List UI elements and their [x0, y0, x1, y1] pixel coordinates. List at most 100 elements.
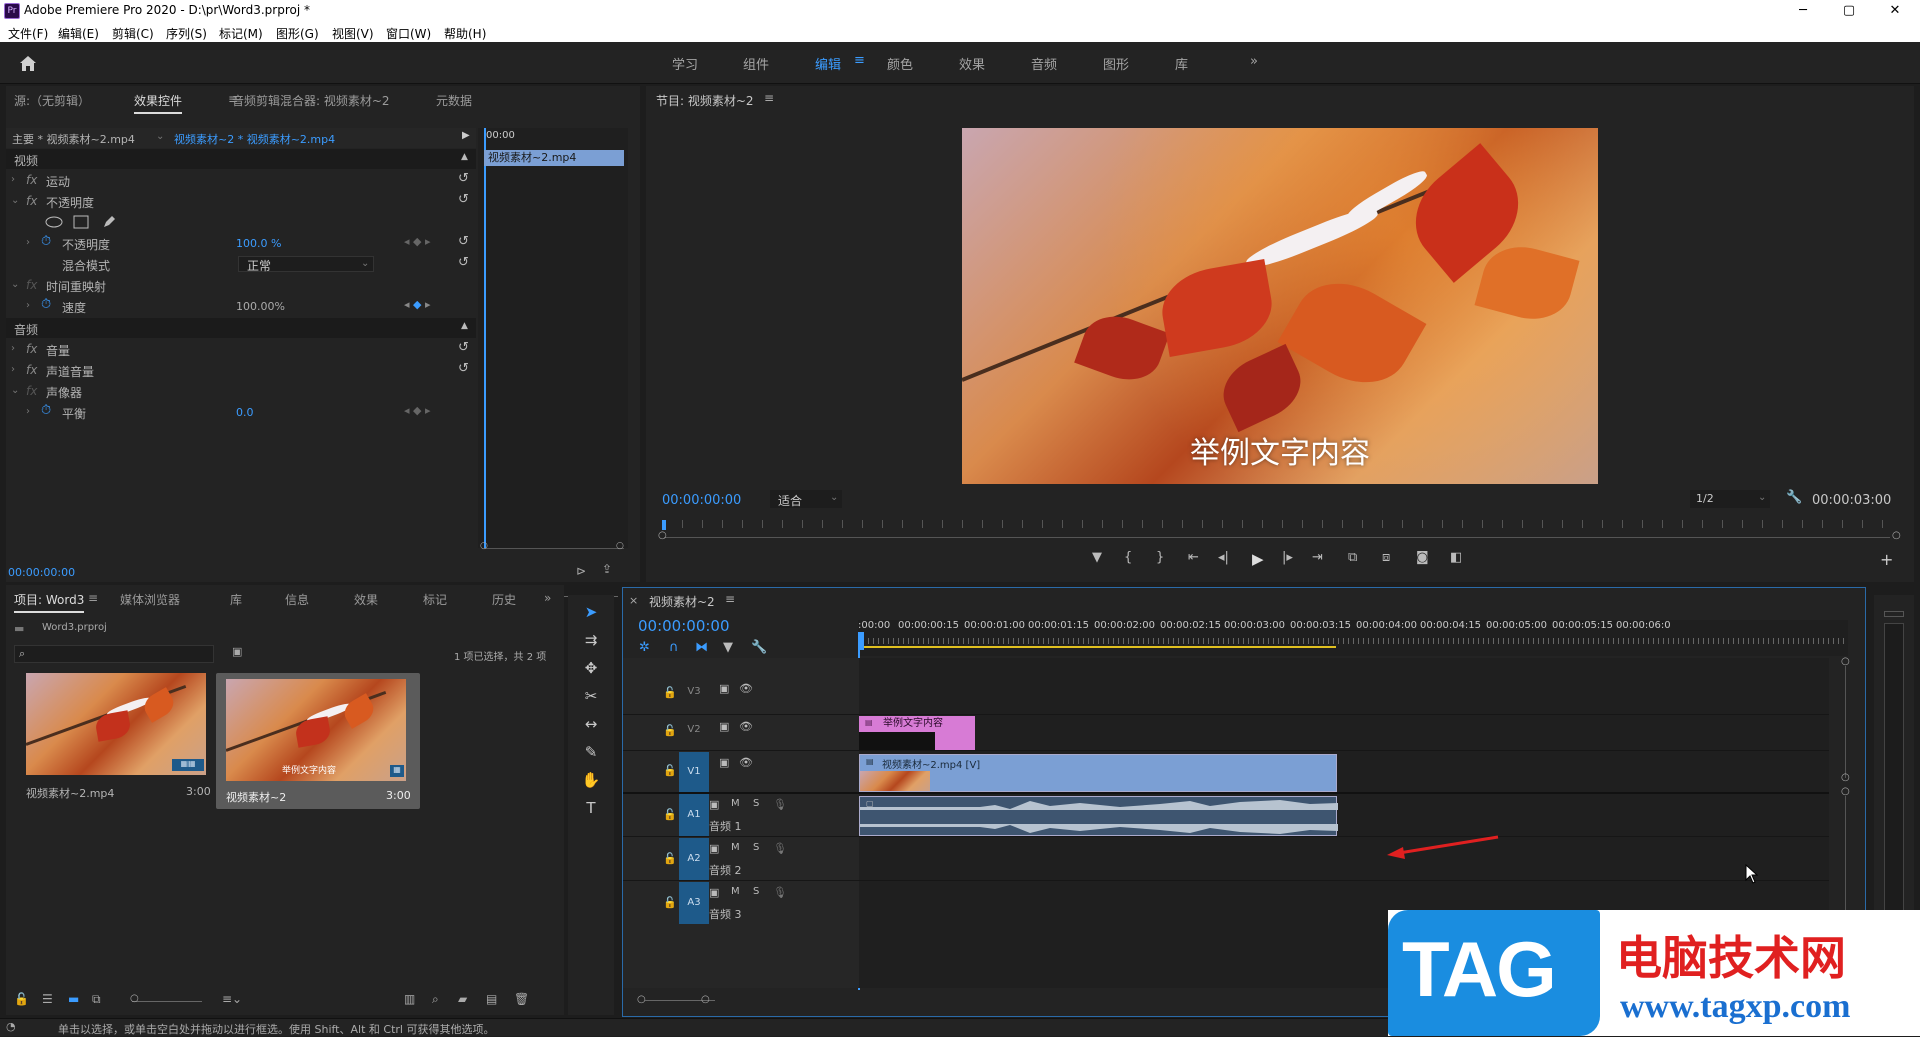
expand-icon[interactable]: › — [11, 364, 15, 375]
close-button[interactable]: ✕ — [1872, 0, 1918, 22]
settings-wrench-icon[interactable]: 🔧 — [751, 640, 767, 655]
tab-effects[interactable]: 效果 — [354, 591, 378, 608]
playhead[interactable] — [484, 128, 486, 548]
tab-project[interactable]: 项目: Word3 — [14, 591, 85, 613]
text-clip[interactable]: 举例文字内容 ▤ — [859, 716, 975, 750]
expand-icon[interactable]: › — [11, 174, 15, 185]
sync-lock-icon[interactable]: ▣ — [719, 756, 729, 769]
tab-metadata[interactable]: 元数据 — [436, 92, 472, 109]
project-item[interactable]: ▦▦ 视频素材~2.mp4 3:00 — [20, 673, 212, 803]
mark-out-icon[interactable]: } — [1156, 550, 1164, 565]
export-frame-icon[interactable]: ◙ — [1416, 550, 1429, 565]
workspace-color[interactable]: 颜色 — [887, 54, 913, 73]
mini-clip-bar[interactable]: 视频素材~2.mp4 — [484, 150, 624, 166]
home-icon[interactable] — [18, 54, 38, 72]
volume-row[interactable]: › fx 音量 ↺ — [6, 339, 476, 359]
workspace-menu-icon[interactable]: ≡ — [854, 53, 865, 68]
sync-lock-icon[interactable]: ▣ — [719, 682, 729, 695]
sort-icon[interactable]: ≡⌄ — [222, 992, 242, 1006]
zoom-handle-icon[interactable]: ○ — [130, 993, 139, 1004]
collapse-icon[interactable]: ⌄ — [11, 385, 19, 396]
go-to-in-icon[interactable]: ⇤ — [1188, 550, 1199, 565]
workspace-editing[interactable]: 编辑 — [815, 54, 841, 73]
find-icon[interactable]: ⌕ — [432, 992, 439, 1007]
lock-icon[interactable]: 🔓 — [663, 686, 677, 699]
timeline-timecode[interactable]: 00:00:00:00 — [638, 617, 730, 635]
zoom-slider[interactable] — [132, 1001, 202, 1002]
reset-icon[interactable]: ↺ — [458, 171, 469, 186]
linked-selection-icon[interactable]: ⧓ — [695, 640, 708, 655]
timeline-ruler[interactable]: :00:00 00:00:00:15 00:00:01:00 00:00:01:… — [858, 620, 1848, 656]
sync-lock-icon[interactable]: ▣ — [709, 798, 719, 811]
zoom-handle-icon[interactable]: ○ — [1841, 772, 1850, 783]
resolution-dropdown[interactable]: 1/2 ⌄ — [1690, 490, 1770, 508]
keyframe-nav-icon[interactable]: ◂ ◆ ▸ — [404, 404, 431, 417]
workspace-more-button[interactable]: » — [1250, 54, 1258, 69]
track-label[interactable]: V1 — [679, 752, 709, 792]
trash-icon[interactable]: 🗑 — [514, 992, 529, 1006]
go-to-out-icon[interactable]: ⇥ — [1312, 550, 1323, 565]
eye-icon[interactable]: 👁 — [739, 682, 753, 695]
list-view-icon[interactable]: ☰ — [42, 992, 53, 1006]
fit-dropdown[interactable]: 适合 ⌄ — [770, 490, 842, 508]
microphone-icon[interactable]: 🎙 — [773, 842, 787, 855]
freeform-view-icon[interactable]: ⧉ — [92, 992, 101, 1007]
extract-icon[interactable]: ⧈ — [1382, 550, 1390, 565]
workspace-effects[interactable]: 效果 — [959, 54, 985, 73]
balance-value[interactable]: 0.0 — [236, 406, 254, 419]
expand-icon[interactable]: › — [26, 300, 30, 311]
solo-button[interactable]: S — [753, 798, 759, 809]
expand-icon[interactable]: › — [11, 343, 15, 354]
blend-mode-dropdown[interactable]: 正常 ⌄ — [238, 256, 374, 273]
video-clip[interactable]: ▤ 视频素材~2.mp4 [V] — [859, 754, 1337, 792]
ripple-edit-tool-icon[interactable]: ✥ — [578, 659, 604, 681]
fx-icon[interactable]: fx — [26, 173, 37, 187]
new-bin-from-search-icon[interactable]: ▣ — [232, 645, 242, 658]
tab-menu-icon[interactable]: ≡ — [88, 591, 98, 605]
audio-clip[interactable]: ▢ — [859, 796, 1338, 836]
project-item-selected[interactable]: 举例文字内容 ▦ 视频素材~2 3:00 — [216, 673, 420, 809]
menu-view[interactable]: 视图(V) — [332, 25, 374, 42]
tab-audio-clip-mixer[interactable]: 音频剪辑混合器: 视频素材~2 — [232, 92, 390, 109]
lock-icon[interactable]: 🔓 — [663, 764, 677, 777]
step-forward-icon[interactable]: |▸ — [1282, 550, 1293, 565]
track-label[interactable]: V2 — [681, 722, 707, 738]
reset-icon[interactable]: ↺ — [458, 255, 469, 270]
menu-graphics[interactable]: 图形(G) — [276, 25, 319, 42]
master-clip-label[interactable]: 主要 * 视频素材~2.mp4 — [12, 131, 135, 147]
tab-libraries[interactable]: 库 — [230, 591, 242, 608]
microphone-icon[interactable]: 🎙 — [773, 886, 787, 899]
track-label[interactable]: A2 — [679, 838, 709, 880]
mute-button[interactable]: M — [731, 886, 740, 897]
lock-icon[interactable]: 🔓 — [663, 724, 677, 737]
export-icon[interactable]: ⇪ — [602, 562, 612, 576]
lock-icon[interactable]: 🔓 — [14, 992, 29, 1006]
mini-timeline[interactable]: 00:00 视频素材~2.mp4 — [478, 128, 628, 597]
opacity-row[interactable]: ⌄ fx 不透明度 ↺ — [6, 191, 476, 211]
fx-icon[interactable]: fx — [26, 363, 37, 377]
tab-markers[interactable]: 标记 — [423, 591, 447, 608]
menu-marker[interactable]: 标记(M) — [219, 25, 263, 42]
menu-edit[interactable]: 编辑(E) — [58, 25, 99, 42]
slip-tool-icon[interactable]: ↔ — [578, 715, 604, 737]
program-scrub-bar[interactable] — [662, 520, 1898, 534]
solo-button[interactable]: S — [753, 842, 759, 853]
reset-icon[interactable]: ↺ — [458, 361, 469, 376]
stopwatch-icon[interactable]: ⏱ — [41, 234, 51, 249]
mute-button[interactable]: M — [731, 798, 740, 809]
tabs-overflow-icon[interactable]: » — [544, 591, 551, 605]
workspace-assembly[interactable]: 组件 — [743, 54, 769, 73]
keyframe-nav-icon[interactable]: ◂ ◆ ▸ — [404, 298, 431, 311]
pen-tool-icon[interactable]: ✎ — [578, 743, 604, 765]
new-bin-icon[interactable]: ▰ — [458, 992, 467, 1006]
zoom-handle-icon[interactable]: ○ — [658, 530, 667, 541]
workspace-learn[interactable]: 学习 — [672, 54, 698, 73]
effect-controls-timecode[interactable]: 00:00:00:00 — [8, 566, 75, 579]
reset-icon[interactable]: ↺ — [458, 234, 469, 249]
tab-media-browser[interactable]: 媒体浏览器 — [120, 591, 180, 608]
workspace-audio[interactable]: 音频 — [1031, 54, 1057, 73]
filter-icon[interactable]: ⊳ — [576, 564, 586, 578]
tab-effect-controls[interactable]: 效果控件 — [134, 92, 183, 114]
fx-icon[interactable]: fx — [26, 194, 37, 208]
new-item-icon[interactable]: ▤ — [486, 992, 497, 1006]
